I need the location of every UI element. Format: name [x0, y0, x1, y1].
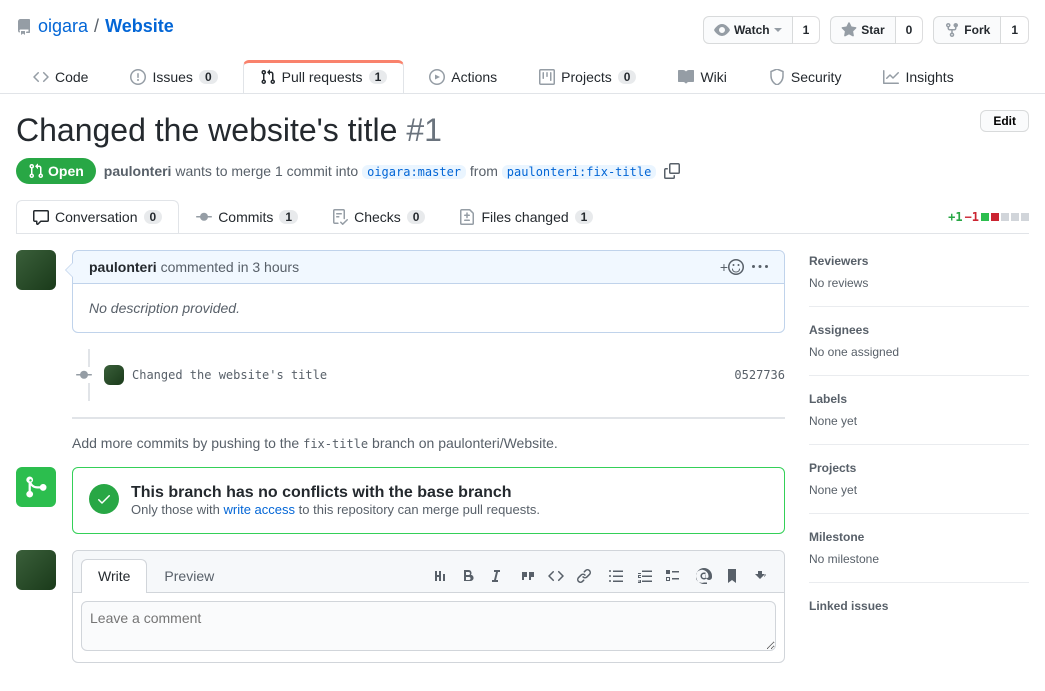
- repo-icon: [16, 19, 32, 35]
- check-icon: [89, 484, 119, 514]
- book-icon: [678, 69, 694, 85]
- heading-icon[interactable]: [432, 568, 448, 584]
- italic-icon[interactable]: [488, 568, 504, 584]
- star-icon: [841, 22, 857, 38]
- pr-title: Changed the website's title #1: [16, 110, 442, 150]
- linked-issues-toggle[interactable]: Linked issues: [809, 599, 1029, 613]
- head-branch[interactable]: paulonteri:fix-title: [502, 165, 657, 179]
- star-button[interactable]: Star: [830, 16, 895, 44]
- milestone-value: No milestone: [809, 552, 1029, 566]
- bookmark-icon[interactable]: [724, 568, 740, 584]
- code-icon: [33, 69, 49, 85]
- pull-request-icon: [260, 69, 276, 85]
- tab-conversation[interactable]: Conversation0: [16, 200, 179, 233]
- watch-button[interactable]: Watch: [703, 16, 793, 44]
- pr-state-badge: Open: [16, 158, 96, 184]
- commit-icon: [76, 367, 92, 383]
- fork-count[interactable]: 1: [1001, 16, 1029, 44]
- number-list-icon[interactable]: [636, 568, 652, 584]
- kebab-icon[interactable]: [752, 259, 768, 275]
- project-icon: [539, 69, 555, 85]
- star-count[interactable]: 0: [896, 16, 924, 44]
- tab-actions[interactable]: Actions: [412, 60, 514, 93]
- avatar[interactable]: [16, 550, 56, 590]
- commit-message[interactable]: Changed the website's title: [132, 368, 726, 382]
- reviewers-toggle[interactable]: Reviewers: [809, 254, 1029, 268]
- tab-commits[interactable]: Commits1: [179, 200, 315, 233]
- commit-sha[interactable]: 0527736: [734, 368, 785, 382]
- tab-code[interactable]: Code: [16, 60, 105, 93]
- assignees-toggle[interactable]: Assignees: [809, 323, 1029, 337]
- write-tab[interactable]: Write: [81, 559, 147, 593]
- diffstat: +1 −1: [948, 210, 1029, 224]
- mention-icon[interactable]: [696, 568, 712, 584]
- smiley-icon: [728, 259, 744, 275]
- avatar[interactable]: [104, 365, 124, 385]
- link-icon[interactable]: [576, 568, 592, 584]
- tab-projects[interactable]: Projects0: [522, 60, 653, 93]
- repo-title: oigara / Website: [16, 16, 174, 37]
- repo-owner-link[interactable]: oigara: [38, 16, 88, 37]
- avatar[interactable]: [16, 250, 56, 290]
- base-branch[interactable]: oigara:master: [362, 165, 466, 179]
- edit-button[interactable]: Edit: [980, 110, 1029, 132]
- comment-body: No description provided.: [73, 284, 784, 332]
- tab-files[interactable]: Files changed1: [442, 200, 610, 233]
- bullet-list-icon[interactable]: [608, 568, 624, 584]
- eye-icon: [714, 22, 730, 38]
- projects-toggle[interactable]: Projects: [809, 461, 1029, 475]
- push-hint: Add more commits by pushing to the fix-t…: [16, 435, 785, 451]
- merge-title: This branch has no conflicts with the ba…: [131, 484, 540, 502]
- assignees-value: No one assigned: [809, 345, 1029, 359]
- watch-count[interactable]: 1: [793, 16, 821, 44]
- reply-icon[interactable]: [752, 568, 768, 584]
- code-icon[interactable]: [548, 568, 564, 584]
- quote-icon[interactable]: [520, 568, 536, 584]
- preview-tab[interactable]: Preview: [147, 559, 231, 592]
- comment-author[interactable]: paulonteri: [89, 259, 157, 275]
- tab-wiki[interactable]: Wiki: [661, 60, 743, 93]
- tab-insights[interactable]: Insights: [866, 60, 970, 93]
- shield-icon: [769, 69, 785, 85]
- comment-input[interactable]: [81, 601, 776, 651]
- copy-icon[interactable]: [664, 163, 680, 179]
- labels-toggle[interactable]: Labels: [809, 392, 1029, 406]
- play-icon: [429, 69, 445, 85]
- add-reaction-button[interactable]: +: [720, 259, 744, 275]
- graph-icon: [883, 69, 899, 85]
- milestone-toggle[interactable]: Milestone: [809, 530, 1029, 544]
- fork-icon: [944, 22, 960, 38]
- tab-checks[interactable]: Checks0: [315, 200, 442, 233]
- write-access-link[interactable]: write access: [224, 502, 296, 517]
- labels-value: None yet: [809, 414, 1029, 428]
- caret-down-icon: [774, 28, 782, 32]
- tab-issues[interactable]: Issues0: [113, 60, 234, 93]
- merge-desc: Only those with write access to this rep…: [131, 502, 540, 517]
- tab-security[interactable]: Security: [752, 60, 859, 93]
- file-diff-icon: [459, 209, 475, 225]
- checklist-icon: [332, 209, 348, 225]
- reviewers-value: No reviews: [809, 276, 1029, 290]
- task-list-icon[interactable]: [664, 568, 680, 584]
- pr-author[interactable]: paulonteri: [104, 163, 172, 179]
- commit-icon: [196, 209, 212, 225]
- merge-badge: [16, 467, 56, 507]
- bold-icon[interactable]: [460, 568, 476, 584]
- pull-request-icon: [28, 163, 44, 179]
- repo-name-link[interactable]: Website: [105, 16, 174, 37]
- issue-icon: [130, 69, 146, 85]
- tab-pulls[interactable]: Pull requests1: [243, 60, 405, 93]
- projects-value: None yet: [809, 483, 1029, 497]
- fork-button[interactable]: Fork: [933, 16, 1001, 44]
- comment-icon: [33, 209, 49, 225]
- git-merge-icon: [24, 475, 48, 499]
